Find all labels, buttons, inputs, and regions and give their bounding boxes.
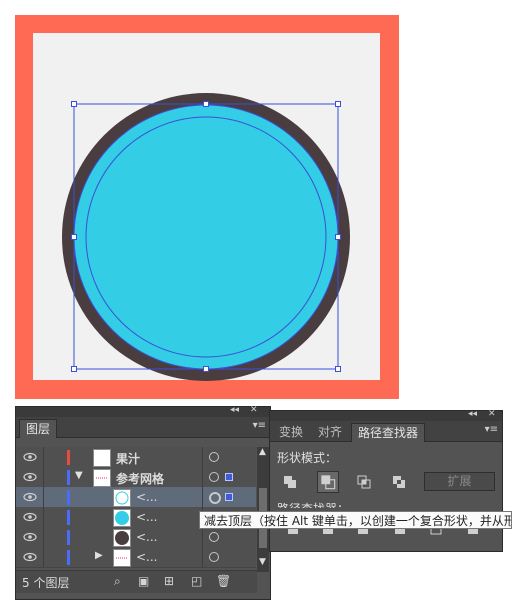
- layer-count-label: 5 个图层: [22, 576, 70, 590]
- layer-thumbnail: [113, 509, 131, 527]
- target-circle-icon[interactable]: [209, 492, 221, 504]
- eye-icon[interactable]: [22, 549, 38, 565]
- sublayer-row[interactable]: ▶ <...: [16, 547, 256, 568]
- tab-layers[interactable]: 图层: [19, 419, 58, 438]
- layer-name[interactable]: 果汁: [116, 450, 140, 467]
- juice-circle[interactable]: [73, 104, 339, 370]
- tooltip: 减去顶层（按住 Alt 键单击，以创建一个复合形状，并从形: [199, 511, 512, 529]
- intersect-button[interactable]: [355, 473, 373, 491]
- panel-menu-icon[interactable]: ▾≡: [253, 420, 266, 431]
- layers-scrollbar[interactable]: ▲ ▼: [257, 447, 269, 572]
- tab-align[interactable]: 对齐: [312, 423, 348, 441]
- panel-menu-icon[interactable]: ▾≡: [485, 424, 498, 435]
- selection-indicator-icon[interactable]: [225, 493, 233, 501]
- eye-icon[interactable]: [22, 529, 38, 545]
- sublayer-row[interactable]: <...: [16, 527, 256, 548]
- canvas-artwork[interactable]: [15, 15, 399, 399]
- layers-list: 果汁 ▼ 参考网格 <... <... <... ▶ <...: [16, 447, 257, 570]
- scroll-down-arrow-icon[interactable]: ▼: [259, 557, 266, 567]
- pathfinder-tab-row: 变换 对齐 路径查找器 ▾≡: [270, 421, 502, 442]
- exclude-button[interactable]: [390, 473, 408, 491]
- minus-front-button[interactable]: [317, 471, 339, 493]
- disclosure-triangle-down-icon[interactable]: ▼: [75, 470, 83, 481]
- layer-thumbnail: [113, 489, 131, 507]
- layer-color-bar: [67, 470, 70, 485]
- expand-label: 扩展: [447, 474, 472, 488]
- layers-footer: 5 个图层 ⌕ ▣ ⊞ ◰ 🗑: [16, 570, 257, 593]
- pathfinders-label: 路径查找器：: [277, 500, 349, 508]
- make-clipping-mask-icon[interactable]: ▣: [138, 574, 149, 588]
- target-circle-icon[interactable]: [209, 532, 219, 542]
- layers-panel: ◂◂ ✕ 图层 ▾≡ 果汁 ▼ 参考网格 <... <... <... ▶ <.…: [15, 405, 271, 600]
- layer-color-bar: [67, 510, 70, 525]
- layer-name[interactable]: <...: [136, 550, 158, 564]
- trash-icon[interactable]: 🗑: [216, 574, 231, 588]
- layer-row-juice[interactable]: 果汁: [16, 447, 256, 468]
- shape-modes-label: 形状模式：: [277, 451, 338, 465]
- layer-color-bar: [67, 490, 70, 505]
- layer-thumbnail: [93, 449, 111, 467]
- target-circle-icon[interactable]: [209, 472, 219, 482]
- close-icon[interactable]: ✕: [488, 409, 496, 419]
- layer-row-reference-grid[interactable]: ▼ 参考网格: [16, 467, 256, 488]
- scroll-up-arrow-icon[interactable]: ▲: [259, 447, 266, 457]
- pathfinder-titlebar[interactable]: ◂◂ ✕: [270, 409, 502, 421]
- layer-name[interactable]: <...: [136, 530, 158, 544]
- layer-color-bar: [67, 450, 70, 465]
- create-sublayer-icon[interactable]: ⊞: [164, 574, 174, 588]
- double-chevron-left-icon[interactable]: ◂◂: [468, 409, 477, 419]
- layer-name[interactable]: <...: [136, 510, 158, 524]
- double-chevron-left-icon[interactable]: ◂◂: [230, 405, 239, 415]
- eye-icon[interactable]: [22, 509, 38, 525]
- layer-thumbnail: [113, 549, 131, 567]
- tab-transform[interactable]: 变换: [273, 423, 309, 441]
- eye-icon[interactable]: [22, 469, 38, 485]
- layer-name[interactable]: 参考网格: [116, 470, 164, 487]
- eye-icon[interactable]: [22, 489, 38, 505]
- unite-button[interactable]: [281, 473, 299, 491]
- layer-color-bar: [67, 550, 70, 565]
- create-new-layer-icon[interactable]: ◰: [191, 574, 202, 588]
- selection-indicator-icon[interactable]: [225, 473, 233, 481]
- tab-pathfinder[interactable]: 路径查找器: [351, 423, 426, 442]
- sublayer-row[interactable]: <...: [16, 487, 256, 508]
- layers-tab-row: 图层 ▾≡: [16, 417, 270, 438]
- close-icon[interactable]: ✕: [250, 405, 258, 415]
- layer-thumbnail: [113, 529, 131, 547]
- layer-thumbnail: [93, 469, 111, 487]
- eye-icon[interactable]: [22, 449, 38, 465]
- target-circle-icon[interactable]: [209, 452, 219, 462]
- expand-button[interactable]: 扩展: [424, 472, 495, 491]
- pathfinder-panel: ◂◂ ✕ 变换 对齐 路径查找器 ▾≡ 形状模式： 扩展 路径查找器：: [269, 409, 503, 552]
- target-circle-icon[interactable]: [209, 552, 219, 562]
- layer-color-bar: [67, 530, 70, 545]
- layer-name[interactable]: <...: [136, 490, 158, 504]
- locate-object-icon[interactable]: ⌕: [114, 574, 121, 589]
- layers-panel-titlebar[interactable]: ◂◂ ✕: [16, 405, 270, 417]
- disclosure-triangle-right-icon[interactable]: ▶: [95, 550, 103, 561]
